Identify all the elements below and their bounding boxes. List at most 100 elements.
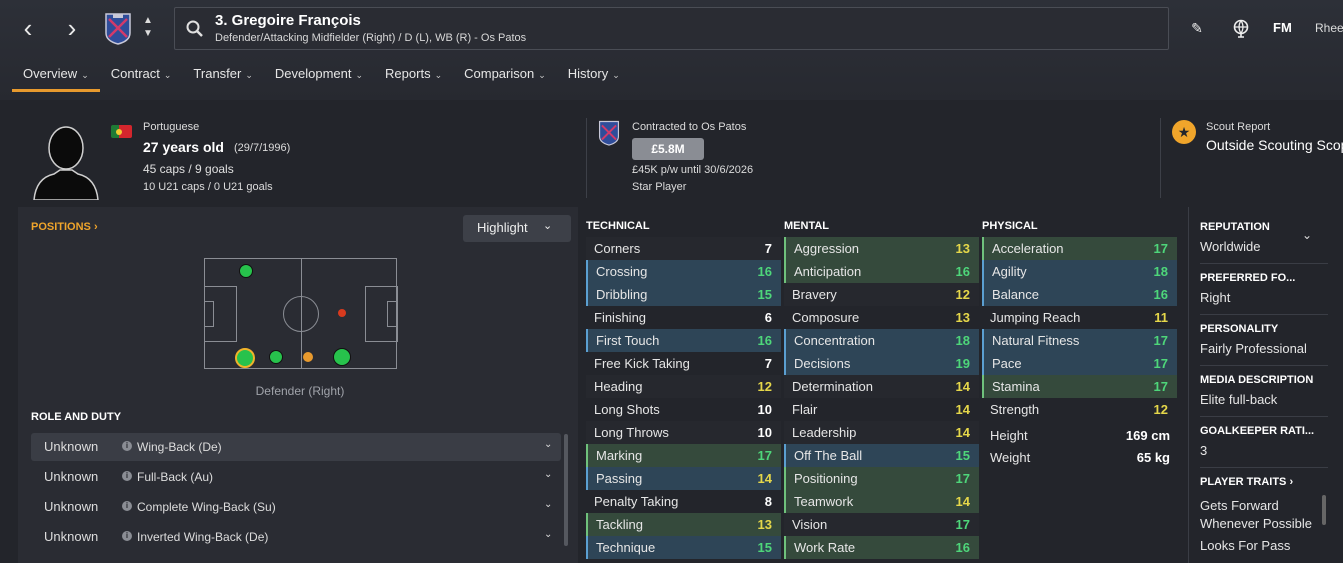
attribute-row[interactable]: Finishing 6 xyxy=(586,306,781,329)
attribute-row[interactable]: Technique 15 xyxy=(586,536,781,559)
search-icon[interactable] xyxy=(185,19,205,39)
attribute-name: Vision xyxy=(792,517,828,532)
info-icon[interactable]: i xyxy=(122,531,132,541)
chevron-down-icon[interactable]: ⌄ xyxy=(544,499,552,510)
attribute-row[interactable]: Determination 14 xyxy=(784,375,979,398)
attribute-value: 16 xyxy=(955,540,970,555)
chevron-down-icon[interactable]: ⌄ xyxy=(1302,228,1312,242)
attribute-row[interactable]: Bravery 12 xyxy=(784,283,979,306)
attribute-row[interactable]: Jumping Reach 11 xyxy=(982,306,1177,329)
attribute-row[interactable]: Vision 17 xyxy=(784,513,979,536)
manager-name[interactable]: Rhee xyxy=(1315,21,1343,35)
tab-development[interactable]: Development ⌄ xyxy=(264,60,374,92)
attribute-row[interactable]: Pace 17 xyxy=(982,352,1177,375)
attribute-row[interactable]: Flair 14 xyxy=(784,398,979,421)
attribute-value: 14 xyxy=(955,379,970,394)
attribute-row[interactable]: Acceleration 17 xyxy=(982,237,1177,260)
attribute-row[interactable]: Passing 14 xyxy=(586,467,781,490)
chevron-down-icon: ⌄ xyxy=(543,220,553,232)
chevron-right-icon: › xyxy=(93,221,98,233)
player-switch-icon[interactable]: ▲ ▼ xyxy=(142,14,154,40)
fm-logo[interactable]: FM xyxy=(1273,20,1292,35)
attribute-row[interactable]: Teamwork 14 xyxy=(784,490,979,513)
player-traits-link[interactable]: PLAYER TRAITS › xyxy=(1200,476,1293,488)
attribute-row[interactable]: Long Shots 10 xyxy=(586,398,781,421)
tab-history[interactable]: History ⌄ xyxy=(557,60,631,92)
highlight-dropdown[interactable]: Highlight ⌄ xyxy=(463,215,571,242)
traits-scrollbar[interactable] xyxy=(1322,495,1326,525)
scout-report-title: Scout Report xyxy=(1206,121,1271,133)
attribute-value: 17 xyxy=(955,517,970,532)
info-icon[interactable]: i xyxy=(122,471,132,481)
attribute-row[interactable]: First Touch 16 xyxy=(586,329,781,352)
attribute-name: Corners xyxy=(594,241,641,256)
reputation-value: Worldwide xyxy=(1200,239,1261,254)
player-search-bar[interactable]: 3. Gregoire François Defender/Attacking … xyxy=(174,7,1169,50)
chevron-down-icon: ⌄ xyxy=(81,70,89,80)
globe-icon[interactable] xyxy=(1230,17,1252,39)
info-icon[interactable]: i xyxy=(122,441,132,451)
attribute-row[interactable]: Leadership 14 xyxy=(784,421,979,444)
attribute-row[interactable]: Penalty Taking 8 xyxy=(586,490,781,513)
back-arrow-icon[interactable]: ‹ xyxy=(16,14,40,42)
position-dot-dr[interactable] xyxy=(235,348,255,368)
attribute-row[interactable]: Natural Fitness 17 xyxy=(982,329,1177,352)
attribute-name: Finishing xyxy=(594,310,647,325)
attribute-row[interactable]: Heading 12 xyxy=(586,375,781,398)
role-row[interactable]: Unknown i Complete Wing-Back (Su) ⌄ xyxy=(31,493,561,521)
attribute-name: Positioning xyxy=(794,471,858,486)
attribute-row[interactable]: Long Throws 10 xyxy=(586,421,781,444)
chevron-down-icon[interactable]: ⌄ xyxy=(544,469,552,480)
attribute-row[interactable]: Tackling 13 xyxy=(586,513,781,536)
positions-link[interactable]: POSITIONS › xyxy=(31,221,98,233)
forward-arrow-icon[interactable]: › xyxy=(60,14,84,42)
attribute-row[interactable]: Free Kick Taking 7 xyxy=(586,352,781,375)
tab-overview[interactable]: Overview ⌄ xyxy=(12,60,100,92)
info-icon[interactable]: i xyxy=(122,501,132,511)
attribute-row[interactable]: Stamina 17 xyxy=(982,375,1177,398)
attribute-value: 8 xyxy=(764,494,772,509)
position-dot-aml xyxy=(338,309,346,317)
club-crest-icon xyxy=(598,120,620,146)
role-row[interactable]: Unknown i Full-Back (Au) ⌄ xyxy=(31,463,561,491)
attribute-row[interactable]: Strength 12 xyxy=(982,398,1177,421)
tab-reports[interactable]: Reports ⌄ xyxy=(374,60,453,92)
goalkeeper-rating-title: GOALKEEPER RATI... xyxy=(1200,425,1315,437)
attribute-row[interactable]: Decisions 19 xyxy=(784,352,979,375)
roles-scrollbar[interactable] xyxy=(564,434,568,546)
attribute-name: Crossing xyxy=(596,264,648,279)
attribute-row[interactable]: Concentration 18 xyxy=(784,329,979,352)
club-crest-icon[interactable] xyxy=(104,11,132,45)
attribute-value: 16 xyxy=(955,264,970,279)
player-value-badge[interactable]: £5.8M xyxy=(632,138,704,160)
attribute-name: Bravery xyxy=(792,287,837,302)
role-row[interactable]: Unknown i Wing-Back (De) ⌄ xyxy=(31,433,561,461)
divider xyxy=(586,118,587,198)
edit-icon[interactable]: ✎ xyxy=(1186,17,1208,39)
attribute-name: Concentration xyxy=(794,333,875,348)
attribute-name: Aggression xyxy=(794,241,860,256)
attribute-row[interactable]: Marking 17 xyxy=(586,444,781,467)
media-description-title: MEDIA DESCRIPTION xyxy=(1200,374,1314,386)
attribute-row[interactable]: Work Rate 16 xyxy=(784,536,979,559)
attribute-row[interactable]: Aggression 13 xyxy=(784,237,979,260)
tab-comparison[interactable]: Comparison ⌄ xyxy=(453,60,557,92)
attribute-row[interactable]: Corners 7 xyxy=(586,237,781,260)
attribute-row[interactable]: Positioning 17 xyxy=(784,467,979,490)
tab-contract[interactable]: Contract ⌄ xyxy=(100,60,183,92)
role-row[interactable]: Unknown i Inverted Wing-Back (De) ⌄ xyxy=(31,523,561,551)
chevron-down-icon[interactable]: ⌄ xyxy=(544,529,552,540)
reputation-title: REPUTATION xyxy=(1200,221,1270,233)
attribute-row[interactable]: Dribbling 15 xyxy=(586,283,781,306)
attribute-row[interactable]: Crossing 16 xyxy=(586,260,781,283)
attribute-row[interactable]: Agility 18 xyxy=(982,260,1177,283)
attribute-row[interactable]: Balance 16 xyxy=(982,283,1177,306)
attribute-row[interactable]: Anticipation 16 xyxy=(784,260,979,283)
chevron-down-icon[interactable]: ⌄ xyxy=(544,439,552,450)
tab-transfer[interactable]: Transfer ⌄ xyxy=(182,60,263,92)
attribute-row[interactable]: Off The Ball 15 xyxy=(784,444,979,467)
attribute-name: Natural Fitness xyxy=(992,333,1080,348)
attribute-value: 15 xyxy=(757,287,772,302)
scout-report-value[interactable]: Outside Scouting Scope xyxy=(1206,137,1343,153)
attribute-row[interactable]: Composure 13 xyxy=(784,306,979,329)
